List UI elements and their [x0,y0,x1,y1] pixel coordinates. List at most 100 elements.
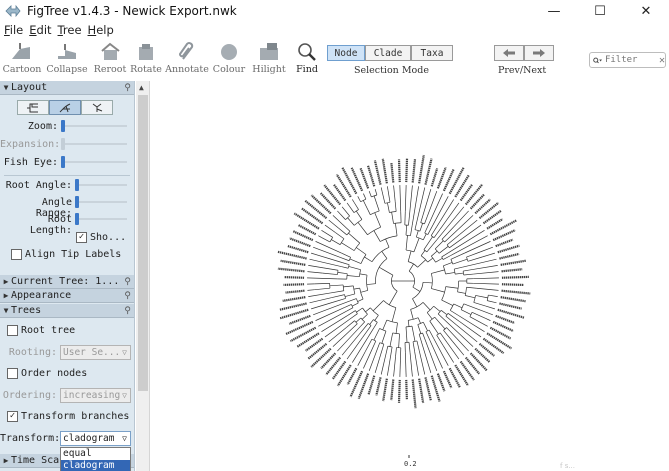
tip-label[interactable] [292,230,314,242]
fish-eye-slider-knob[interactable] [61,156,65,168]
tip-label[interactable] [301,207,324,225]
align-tip-labels-checkbox[interactable]: Align Tip Labels [11,249,121,260]
angle-range-slider[interactable] [75,196,127,208]
transform-option-cladogram[interactable]: cladogram [61,460,130,471]
expansion-slider-knob[interactable] [61,138,65,150]
selection-mode-taxa-button[interactable]: Taxa [411,45,453,61]
tip-label[interactable] [411,379,417,409]
tip-label[interactable] [323,184,342,206]
reroot-tool-button[interactable]: Reroot [92,40,128,75]
tip-label[interactable] [382,378,388,402]
tip-label[interactable] [464,183,484,206]
minimize-button[interactable]: — [531,0,577,22]
ordering-select[interactable]: increasing ▽ [60,388,131,403]
menu-tree[interactable]: Tree [54,22,84,38]
tip-label[interactable] [280,259,306,266]
hilight-tool-button[interactable]: Hilight [248,40,290,75]
tip-label[interactable] [283,283,305,287]
tip-label[interactable] [418,154,425,184]
clear-filter-icon[interactable]: ✕ [659,55,665,66]
colour-tool-button[interactable]: Colour [210,40,248,75]
fish-eye-slider[interactable] [61,156,127,168]
tip-label[interactable] [495,314,515,324]
pin-icon[interactable]: ⚲ [124,306,131,316]
transform-select[interactable]: cladogram ▽ [60,431,131,446]
root-tree-checkbox[interactable]: Root tree [7,325,75,336]
menu-edit[interactable]: Edit [25,22,53,38]
order-nodes-checkbox-box[interactable] [7,368,18,379]
transform-branches-checkbox-box[interactable]: ✓ [7,411,18,422]
prev-button[interactable] [494,45,524,61]
scroll-up-icon[interactable]: ▲ [139,83,144,92]
maximize-button[interactable]: ☐ [577,0,623,22]
tip-label[interactable] [287,245,309,254]
tip-label[interactable] [430,168,439,187]
tip-label[interactable] [424,158,433,185]
tip-label[interactable] [373,160,382,185]
tip-label[interactable] [310,347,332,368]
tip-label[interactable] [495,238,514,248]
tip-label[interactable] [304,199,328,220]
tip-label[interactable] [279,302,307,311]
tip-label[interactable] [277,250,307,260]
tip-label[interactable] [499,302,522,310]
tip-label[interactable] [367,375,376,395]
root-length-slider[interactable] [75,213,127,225]
zoom-slider[interactable] [61,120,127,132]
close-button[interactable]: ✕ [623,0,669,22]
cartoon-tool-button[interactable]: Cartoon [2,40,42,75]
appearance-section-header[interactable]: ▶ Appearance ⚲ [0,289,134,303]
tip-label[interactable] [285,289,305,294]
tip-label[interactable] [279,308,309,320]
rooting-select[interactable]: User Se... ▽ [60,345,131,360]
tip-label[interactable] [390,379,395,401]
tip-label[interactable] [282,296,306,302]
trees-section-header[interactable]: ▼ Trees ⚲ [0,304,134,318]
tip-label[interactable] [397,159,401,183]
tip-label[interactable] [293,212,320,230]
tip-label[interactable] [405,379,408,400]
search-dropdown-icon[interactable] [593,56,602,65]
layout-rectangular-button[interactable] [17,100,49,115]
tip-label[interactable] [501,283,524,287]
tip-label[interactable] [277,267,305,273]
tip-label[interactable] [289,237,311,248]
tip-label[interactable] [424,377,432,401]
pin-icon[interactable]: ⚲ [124,277,131,287]
pin-icon[interactable]: ⚲ [124,291,131,301]
tip-label[interactable] [486,332,513,350]
rotate-tool-button[interactable]: Rotate [128,40,164,75]
tip-label[interactable] [359,167,370,189]
tip-label[interactable] [381,158,388,184]
panel-scrollbar[interactable]: ▲ [136,81,150,471]
transform-option-equal[interactable]: equal [61,448,130,460]
menu-file[interactable]: File [0,22,25,38]
filter-input[interactable] [604,55,657,65]
scrollbar-thumb[interactable] [138,95,148,391]
align-tip-labels-checkbox-box[interactable] [11,249,22,260]
tip-label[interactable] [436,373,446,392]
annotate-tool-button[interactable]: Annotate [164,40,210,75]
tip-label[interactable] [501,268,523,273]
tip-label[interactable] [486,218,504,230]
layout-radial-button[interactable] [81,100,113,115]
tip-label[interactable] [500,259,527,266]
tip-label[interactable] [418,378,425,404]
tip-label[interactable] [335,173,352,198]
tip-label[interactable] [501,289,531,295]
show-root-checkbox-box[interactable]: ✓ [76,232,87,243]
root-length-slider-knob[interactable] [75,213,79,225]
tip-label[interactable] [497,308,525,319]
tip-label[interactable] [397,379,401,403]
tip-label[interactable] [482,337,505,355]
tip-label[interactable] [501,275,529,279]
selection-mode-node-button[interactable]: Node [327,45,365,61]
zoom-slider-knob[interactable] [61,120,65,132]
tip-label[interactable] [375,377,382,396]
tip-label[interactable] [411,159,417,183]
angle-range-slider-knob[interactable] [75,196,79,208]
current-tree-section-header[interactable]: ▶ Current Tree: 1... ⚲ [0,275,134,289]
tip-label[interactable] [346,367,358,386]
tip-label[interactable] [390,162,395,183]
tip-label[interactable] [499,252,520,260]
